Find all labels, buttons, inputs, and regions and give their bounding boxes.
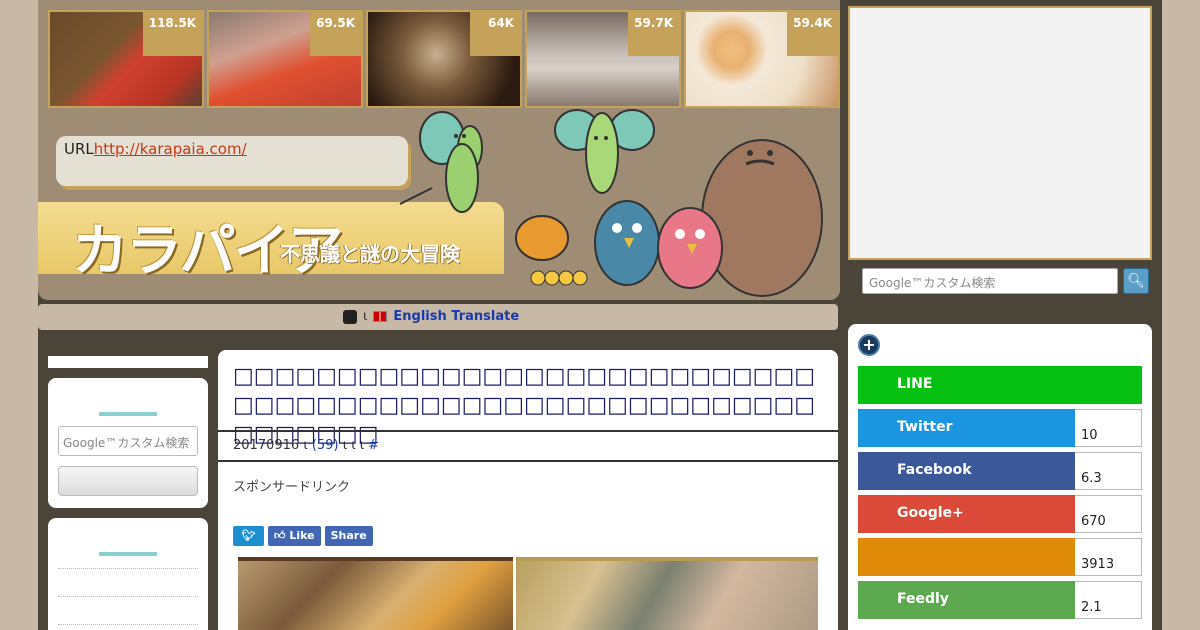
blob-mascot (701, 139, 823, 297)
fairy-mascot-left (399, 111, 483, 213)
orange-bird-mascot (515, 215, 588, 286)
url-label: URL (64, 140, 94, 158)
view-count: 69.5K (310, 12, 361, 56)
sns-facebook[interactable]: Facebook 6.3 (858, 452, 1142, 490)
left-search-button[interactable] (58, 466, 198, 496)
ad-box (848, 6, 1152, 260)
sns-twitter[interactable]: Twitter 10 (858, 409, 1142, 447)
fairy-mascot-center (554, 109, 655, 194)
sns-feedly[interactable]: Feedly 2.1 (858, 581, 1142, 619)
right-sidebar: + LINE Twitter 10 Facebook 6.3 Google+ 6… (848, 324, 1152, 630)
search-button[interactable]: 🔍︎ (1123, 268, 1149, 294)
left-search-widget: Google™カスタム検索 (48, 378, 208, 508)
view-count: 118.5K (142, 12, 202, 56)
plus-icon[interactable]: + (858, 334, 880, 356)
translate-separator: ι (363, 309, 368, 324)
sns-line[interactable]: LINE (858, 366, 1142, 404)
site-url-link[interactable]: http://karapaia.com/ (94, 140, 247, 158)
sns-feedly-button[interactable]: Feedly (858, 581, 1075, 619)
globe-icon[interactable] (343, 309, 357, 324)
twitter-bird-icon: 🐦︎ (241, 529, 256, 542)
view-count: 59.7K (628, 12, 679, 56)
sponsored-link-label: スポンサードリンク (233, 480, 351, 495)
sns-hatena-count: 3913 (1075, 538, 1142, 576)
like-label: Like (289, 529, 315, 542)
comment-count-link[interactable]: (59) (312, 438, 339, 453)
sns-twitter-count: 10 (1075, 409, 1142, 447)
popular-thumb-5[interactable]: 59.4K (684, 10, 840, 108)
sns-feedly-count: 2.1 (1075, 581, 1142, 619)
article-image-2 (516, 557, 818, 630)
left-list-widget (48, 518, 208, 630)
sns-facebook-count: 6.3 (1075, 452, 1142, 490)
left-sidebar-strip (48, 356, 208, 368)
uk-flag-icon (373, 311, 388, 322)
site-search-input[interactable]: Google™カスタム検索 (862, 268, 1118, 294)
article-date: 20170916 (233, 438, 300, 453)
facebook-share-button[interactable]: Share (324, 526, 373, 546)
blue-bird-mascot (594, 200, 660, 286)
left-search-input[interactable]: Google™カスタム検索 (58, 426, 198, 456)
mascot-illustration (399, 109, 823, 297)
popular-thumb-4[interactable]: 59.7K (525, 10, 681, 108)
popular-thumbnails: 118.5K 69.5K 64K 59.7K 59.4K (48, 10, 840, 110)
sns-hatena-button[interactable] (858, 538, 1075, 576)
article-meta: 20170916 ι (59) ι ι ι # (218, 430, 838, 462)
share-buttons: 🐦︎ 👍︎ Like Share (233, 526, 373, 546)
permalink-hash[interactable]: # (368, 438, 379, 453)
url-box: URLhttp://karapaia.com/ (56, 136, 408, 186)
translate-bar: ι English Translate (38, 304, 838, 330)
sns-twitter-button[interactable]: Twitter (858, 409, 1075, 447)
english-translate-link[interactable]: English Translate (393, 309, 519, 324)
search-icon: 🔍︎ (1127, 273, 1145, 289)
popular-thumb-2[interactable]: 69.5K (207, 10, 363, 108)
sns-facebook-button[interactable]: Facebook (858, 452, 1075, 490)
tweet-button[interactable]: 🐦︎ (233, 526, 264, 546)
list-item[interactable] (58, 596, 198, 624)
meta-separator: ι (303, 438, 308, 453)
list-item[interactable] (58, 568, 198, 596)
sns-googleplus-button[interactable]: Google+ (858, 495, 1075, 533)
popular-thumb-1[interactable]: 118.5K (48, 10, 204, 108)
thumbs-up-icon: 👍︎ (274, 529, 286, 542)
sns-hatena[interactable]: 3913 (858, 538, 1142, 576)
list-item[interactable] (58, 624, 198, 630)
left-sidebar: Google™カスタム検索 (48, 356, 208, 630)
facebook-like-button[interactable]: 👍︎ Like (268, 526, 321, 546)
sns-line-button[interactable]: LINE (858, 366, 1142, 404)
meta-separator: ι ι ι (342, 438, 365, 453)
view-count: 59.4K (787, 12, 838, 56)
article-panel: □□□□□□□□□□□□□□□□□□□□□□□□□□□□□□□□□□□□□□□□… (218, 350, 838, 630)
view-count: 64K (470, 12, 520, 56)
sns-googleplus-count: 670 (1075, 495, 1142, 533)
article-image-1 (238, 557, 513, 630)
pink-bird-mascot (657, 207, 723, 289)
popular-thumb-3[interactable]: 64K (366, 10, 522, 108)
sns-googleplus[interactable]: Google+ 670 (858, 495, 1142, 533)
